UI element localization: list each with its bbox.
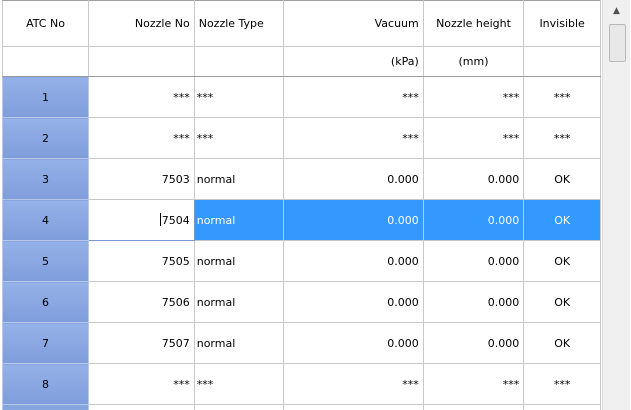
cell-nozzle-type[interactable]: normal: [193, 240, 284, 282]
cell-text: 7504: [161, 214, 190, 227]
cell-partial: [88, 404, 195, 410]
cell-vacuum[interactable]: ***: [282, 117, 424, 159]
cell-nozzle-height[interactable]: 0.000: [422, 199, 525, 241]
header-nozzle-height[interactable]: Nozzle height: [422, 0, 525, 47]
table-row[interactable]: 3 7503 normal 0.000 0.000 OK: [2, 158, 601, 200]
table-row-partial: [2, 404, 601, 410]
cell-invisible[interactable]: OK: [523, 158, 601, 200]
triangle-up-icon[interactable]: ▲: [603, 0, 630, 22]
header-unit-type-empty: [193, 46, 284, 77]
table-row[interactable]: 8 *** *** *** *** ***: [2, 363, 601, 405]
row-header-atc-no[interactable]: 8: [2, 363, 90, 405]
cell-nozzle-type[interactable]: ***: [193, 117, 284, 159]
row-header-atc-no[interactable]: 2: [2, 117, 90, 159]
cell-vacuum[interactable]: 0.000: [282, 322, 424, 364]
cell-nozzle-height[interactable]: 0.000: [422, 281, 525, 323]
cell-vacuum[interactable]: ***: [282, 76, 424, 118]
cell-nozzle-no[interactable]: 7505: [88, 240, 195, 282]
table-row[interactable]: 7 7507 normal 0.000 0.000 OK: [2, 322, 601, 364]
cell-vacuum[interactable]: 0.000: [282, 158, 424, 200]
table-row[interactable]: 5 7505 normal 0.000 0.000 OK: [2, 240, 601, 282]
cell-invisible[interactable]: OK: [523, 240, 601, 282]
cell-nozzle-type[interactable]: ***: [193, 363, 284, 405]
cell-invisible[interactable]: ***: [523, 76, 601, 118]
nozzle-table: ATC No Nozzle No Nozzle Type Vacuum Nozz…: [2, 0, 601, 410]
cell-nozzle-height[interactable]: ***: [422, 117, 525, 159]
cell-vacuum[interactable]: ***: [282, 363, 424, 405]
cell-invisible[interactable]: OK: [523, 322, 601, 364]
cell-nozzle-no[interactable]: ***: [88, 117, 195, 159]
cell-nozzle-no-editor[interactable]: 7504: [88, 199, 195, 241]
cell-vacuum[interactable]: 0.000: [282, 199, 424, 241]
cell-nozzle-type[interactable]: normal: [193, 281, 284, 323]
cell-invisible[interactable]: OK: [523, 281, 601, 323]
table-row[interactable]: 6 7506 normal 0.000 0.000 OK: [2, 281, 601, 323]
header-unit-vacuum: (kPa): [282, 46, 424, 77]
cell-nozzle-height[interactable]: ***: [422, 363, 525, 405]
cell-nozzle-type[interactable]: normal: [193, 158, 284, 200]
cell-partial: [422, 404, 525, 410]
cell-nozzle-height[interactable]: 0.000: [422, 158, 525, 200]
row-header-atc-no[interactable]: 4: [2, 199, 90, 241]
header-atc-no[interactable]: ATC No: [2, 0, 90, 47]
cell-nozzle-no[interactable]: ***: [88, 76, 195, 118]
cell-nozzle-type[interactable]: ***: [193, 76, 284, 118]
cell-partial: [282, 404, 424, 410]
header-unit-atc-empty: [2, 46, 90, 77]
cell-nozzle-height[interactable]: ***: [422, 76, 525, 118]
cell-nozzle-no[interactable]: 7506: [88, 281, 195, 323]
cell-nozzle-height[interactable]: 0.000: [422, 322, 525, 364]
grid-body: 1 *** *** *** *** *** 2 *** *** *** *** *** 3 7503 nor…: [2, 76, 601, 410]
cell-vacuum[interactable]: 0.000: [282, 281, 424, 323]
text-caret: [159, 213, 161, 226]
header-unit-nozzle-height: (mm): [422, 46, 525, 77]
cell-partial: [2, 404, 90, 410]
row-header-atc-no[interactable]: 7: [2, 322, 90, 364]
cell-nozzle-no[interactable]: ***: [88, 363, 195, 405]
cell-nozzle-type[interactable]: normal: [193, 199, 284, 241]
cell-vacuum[interactable]: 0.000: [282, 240, 424, 282]
cell-nozzle-height[interactable]: 0.000: [422, 240, 525, 282]
nozzle-grid: ATC No Nozzle No Nozzle Type Vacuum Nozz…: [2, 0, 601, 410]
cell-nozzle-no[interactable]: 7507: [88, 322, 195, 364]
cell-nozzle-type[interactable]: normal: [193, 322, 284, 364]
header-unit-nozzle-no-empty: [88, 46, 195, 77]
header-invisible[interactable]: Invisible: [523, 0, 601, 47]
header-vacuum[interactable]: Vacuum: [282, 0, 424, 47]
row-header-atc-no[interactable]: 3: [2, 158, 90, 200]
row-header-atc-no[interactable]: 6: [2, 281, 90, 323]
vertical-scrollbar[interactable]: ▲: [602, 0, 630, 410]
cell-partial: [193, 404, 284, 410]
row-header-atc-no[interactable]: 5: [2, 240, 90, 282]
cell-partial: [523, 404, 601, 410]
cell-invisible[interactable]: ***: [523, 117, 601, 159]
header-nozzle-type[interactable]: Nozzle Type: [193, 0, 284, 47]
table-row[interactable]: 2 *** *** *** *** ***: [2, 117, 601, 159]
table-row[interactable]: 1 *** *** *** *** ***: [2, 76, 601, 118]
cell-nozzle-no[interactable]: 7503: [88, 158, 195, 200]
cell-invisible[interactable]: ***: [523, 363, 601, 405]
cell-invisible[interactable]: OK: [523, 199, 601, 241]
header-unit-invisible-empty: [523, 46, 601, 77]
header-nozzle-no[interactable]: Nozzle No: [88, 0, 195, 47]
row-header-atc-no[interactable]: 1: [2, 76, 90, 118]
scrollbar-thumb[interactable]: [609, 24, 626, 62]
table-row[interactable]: 4 7504 normal 0.000 0.000 OK: [2, 199, 601, 241]
